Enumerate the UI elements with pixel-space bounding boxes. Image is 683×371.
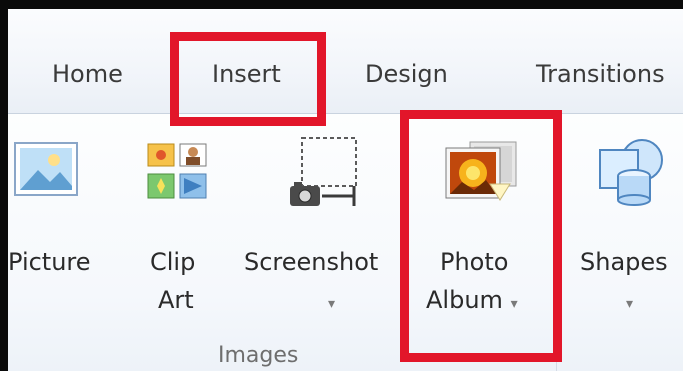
- group-label-images: Images: [218, 343, 299, 368]
- highlight-box-photo-album: [400, 110, 562, 362]
- tab-transitions[interactable]: Transitions: [536, 60, 665, 88]
- window-border-top: [0, 0, 683, 9]
- screenshot-dropdown-arrow[interactable]: ▾: [328, 282, 335, 322]
- tab-design[interactable]: Design: [365, 60, 448, 88]
- chevron-down-icon: ▾: [328, 296, 336, 312]
- powerpoint-ribbon-crop: Home Insert Design Transitions Picture C…: [0, 0, 683, 371]
- highlight-box-insert-tab: [170, 32, 326, 126]
- shapes-label: Shapes: [580, 248, 668, 276]
- clip-art-label-line2: Art: [158, 286, 194, 314]
- screenshot-label: Screenshot: [244, 248, 379, 276]
- shapes-icon: [599, 139, 663, 206]
- clip-art-icon: [147, 143, 207, 199]
- tab-home[interactable]: Home: [52, 60, 123, 88]
- picture-label: Picture: [8, 248, 91, 276]
- picture-icon: [14, 142, 78, 196]
- window-border-left: [0, 0, 8, 371]
- screenshot-icon: [290, 137, 357, 206]
- shapes-dropdown-arrow[interactable]: ▾: [626, 282, 633, 322]
- clip-art-label-line1: Clip: [150, 248, 196, 276]
- chevron-down-icon: ▾: [626, 296, 634, 312]
